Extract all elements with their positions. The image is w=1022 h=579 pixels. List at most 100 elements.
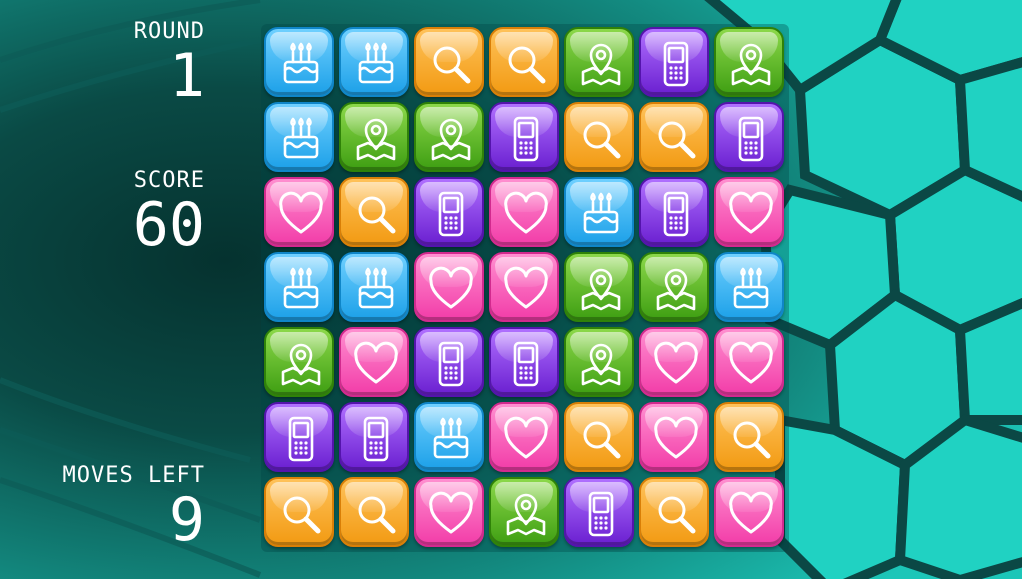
tile-heart[interactable] — [639, 327, 709, 397]
mobile-phone-icon — [513, 116, 539, 162]
mobile-phone-icon — [438, 191, 464, 237]
mobile-phone-icon — [663, 41, 689, 87]
tile-map[interactable] — [489, 477, 559, 547]
tile-cake[interactable] — [264, 102, 334, 172]
map-pin-icon — [506, 493, 546, 536]
tile-search[interactable] — [339, 177, 409, 247]
tile-map[interactable] — [564, 27, 634, 97]
tile-phone[interactable] — [639, 177, 709, 247]
magnifier-icon — [583, 121, 621, 159]
magnifier-icon — [508, 46, 546, 84]
tile-search[interactable] — [639, 102, 709, 172]
birthday-cake-icon — [433, 417, 469, 459]
tile-heart[interactable] — [714, 177, 784, 247]
birthday-cake-icon — [283, 117, 319, 159]
heart-icon — [354, 341, 398, 384]
tile-search[interactable] — [489, 27, 559, 97]
heart-icon — [504, 191, 548, 234]
tile-search[interactable] — [564, 102, 634, 172]
tile-search[interactable] — [264, 477, 334, 547]
tile-cake[interactable] — [339, 252, 409, 322]
birthday-cake-icon — [358, 267, 394, 309]
tile-phone[interactable] — [339, 402, 409, 472]
heart-icon — [429, 266, 473, 309]
tile-map[interactable] — [714, 27, 784, 97]
tile-map[interactable] — [414, 102, 484, 172]
heart-icon — [729, 191, 773, 234]
moves-panel: MOVES LEFT 9 — [0, 464, 205, 555]
tile-phone[interactable] — [414, 177, 484, 247]
mobile-phone-icon — [663, 191, 689, 237]
tile-cake[interactable] — [564, 177, 634, 247]
map-pin-icon — [356, 118, 396, 161]
tile-map[interactable] — [264, 327, 334, 397]
magnifier-icon — [358, 196, 396, 234]
magnifier-icon — [658, 496, 696, 534]
map-pin-icon — [431, 118, 471, 161]
tile-heart[interactable] — [489, 252, 559, 322]
tile-map[interactable] — [564, 327, 634, 397]
magnifier-icon — [358, 496, 396, 534]
heart-icon — [504, 416, 548, 459]
round-value: 1 — [168, 41, 205, 111]
tile-cake[interactable] — [264, 252, 334, 322]
map-pin-icon — [656, 268, 696, 311]
tile-search[interactable] — [414, 27, 484, 97]
heart-icon — [729, 491, 773, 534]
tile-heart[interactable] — [414, 477, 484, 547]
tile-phone[interactable] — [564, 477, 634, 547]
magnifier-icon — [658, 121, 696, 159]
map-pin-icon — [581, 43, 621, 86]
map-pin-icon — [581, 268, 621, 311]
round-panel: ROUND 1 — [0, 20, 205, 111]
map-pin-icon — [281, 343, 321, 386]
mobile-phone-icon — [738, 116, 764, 162]
heart-icon — [279, 191, 323, 234]
tile-cake[interactable] — [339, 27, 409, 97]
mobile-phone-icon — [513, 341, 539, 387]
tile-heart[interactable] — [639, 402, 709, 472]
birthday-cake-icon — [733, 267, 769, 309]
map-pin-icon — [731, 43, 771, 86]
tile-heart[interactable] — [714, 327, 784, 397]
tile-heart[interactable] — [264, 177, 334, 247]
heart-icon — [654, 341, 698, 384]
mobile-phone-icon — [363, 416, 389, 462]
magnifier-icon — [433, 46, 471, 84]
game-board — [261, 24, 789, 552]
tile-phone[interactable] — [414, 327, 484, 397]
tile-map[interactable] — [639, 252, 709, 322]
score-panel: SCORE 60 — [0, 169, 205, 256]
tile-search[interactable] — [639, 477, 709, 547]
map-pin-icon — [581, 343, 621, 386]
tile-map[interactable] — [564, 252, 634, 322]
heart-icon — [654, 416, 698, 459]
tile-cake[interactable] — [714, 252, 784, 322]
tile-heart[interactable] — [489, 402, 559, 472]
tile-cake[interactable] — [264, 27, 334, 97]
mobile-phone-icon — [438, 341, 464, 387]
mobile-phone-icon — [588, 491, 614, 537]
tile-search[interactable] — [564, 402, 634, 472]
tile-search[interactable] — [714, 402, 784, 472]
magnifier-icon — [583, 421, 621, 459]
tile-heart[interactable] — [714, 477, 784, 547]
tile-phone[interactable] — [489, 327, 559, 397]
tile-phone[interactable] — [489, 102, 559, 172]
tile-phone[interactable] — [264, 402, 334, 472]
birthday-cake-icon — [358, 42, 394, 84]
tile-cake[interactable] — [414, 402, 484, 472]
tile-map[interactable] — [339, 102, 409, 172]
birthday-cake-icon — [283, 42, 319, 84]
tile-heart[interactable] — [414, 252, 484, 322]
tile-heart[interactable] — [489, 177, 559, 247]
magnifier-icon — [283, 496, 321, 534]
heart-icon — [729, 341, 773, 384]
tile-search[interactable] — [339, 477, 409, 547]
tile-phone[interactable] — [714, 102, 784, 172]
moves-left-value: 9 — [168, 485, 205, 555]
birthday-cake-icon — [583, 192, 619, 234]
magnifier-icon — [733, 421, 771, 459]
tile-heart[interactable] — [339, 327, 409, 397]
tile-phone[interactable] — [639, 27, 709, 97]
